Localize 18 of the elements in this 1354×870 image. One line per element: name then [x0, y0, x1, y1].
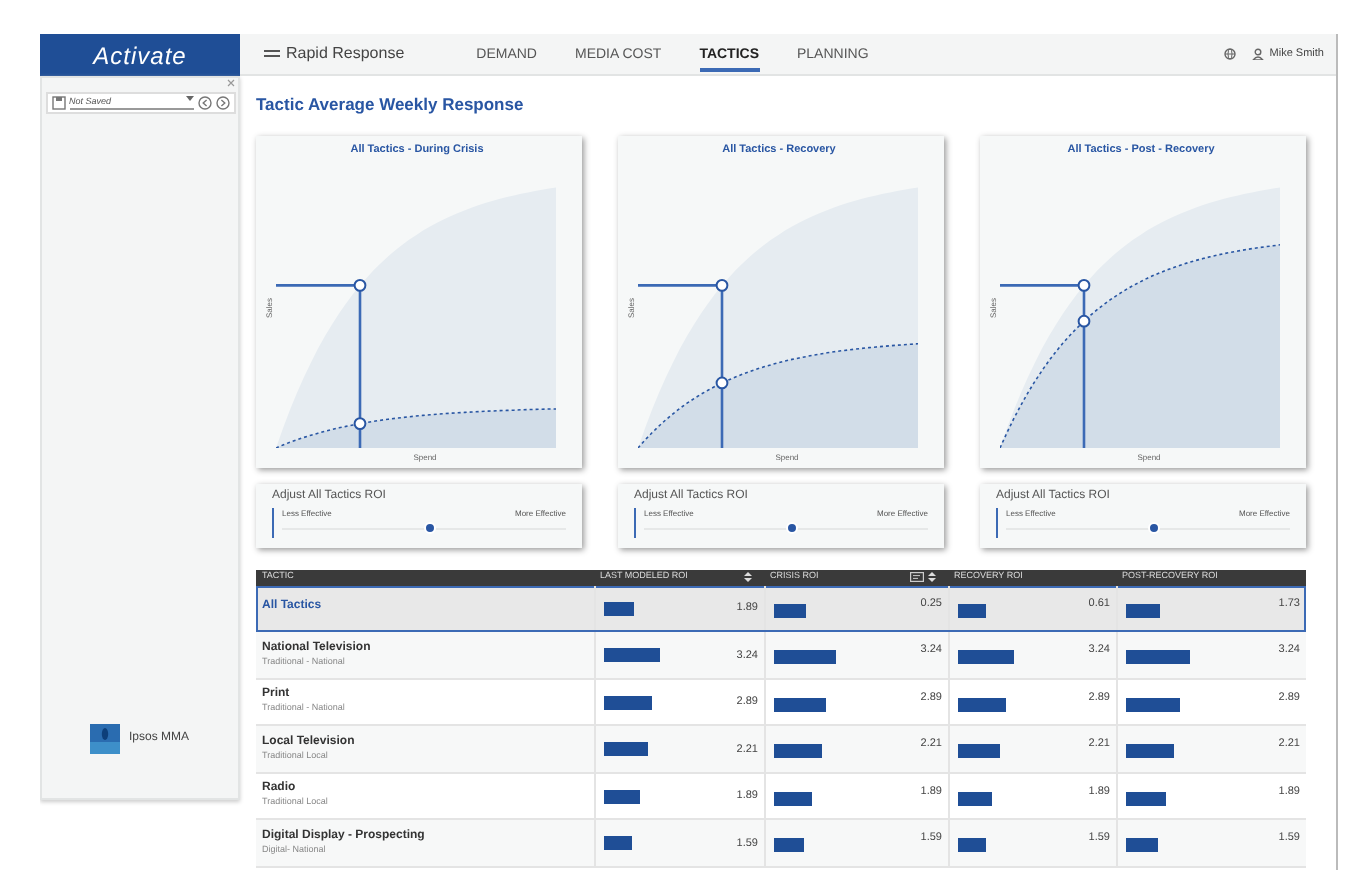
app-title: Rapid Response — [286, 42, 405, 66]
close-icon[interactable] — [226, 78, 236, 88]
menu-icon[interactable] — [264, 48, 280, 60]
sort-icon[interactable] — [744, 572, 752, 583]
slider-thumb[interactable] — [1147, 522, 1160, 535]
sort-icon[interactable] — [928, 572, 936, 583]
user-icon[interactable] — [1251, 48, 1264, 60]
save-icon[interactable] — [51, 96, 65, 110]
forward-icon[interactable] — [215, 96, 229, 110]
caret-icon[interactable] — [185, 96, 193, 103]
slider-thumb[interactable] — [423, 522, 436, 535]
app-logo[interactable]: Activate — [40, 34, 240, 76]
back-icon[interactable] — [197, 96, 211, 110]
filter-icon[interactable] — [910, 572, 924, 583]
globe-icon[interactable] — [1223, 48, 1236, 60]
slider-thumb[interactable] — [785, 522, 798, 535]
section-heading: Tactic Average Weekly Response — [256, 92, 526, 118]
brand-logo-icon — [90, 724, 121, 754]
